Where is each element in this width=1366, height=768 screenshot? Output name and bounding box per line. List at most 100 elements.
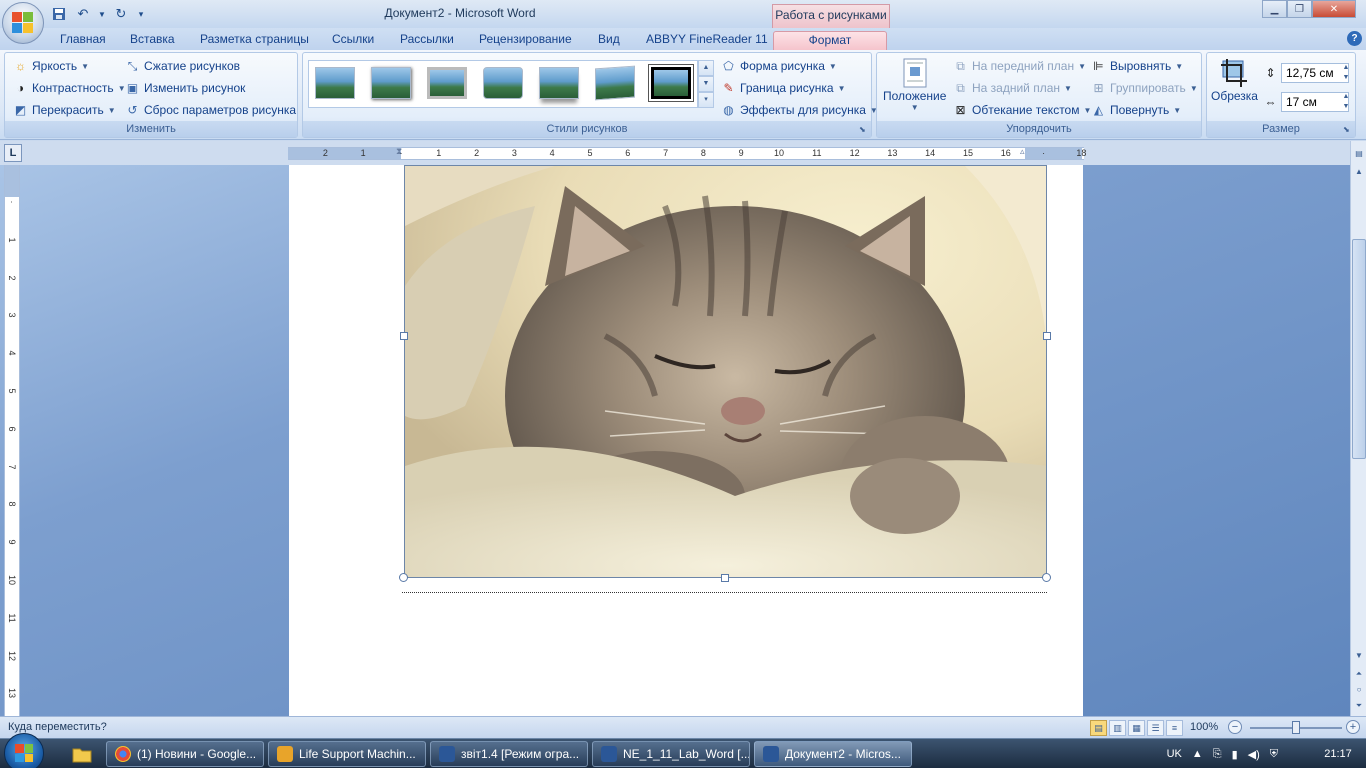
text-wrap-button[interactable]: ⊠ Обтекание текстом ▼ — [953, 100, 1091, 120]
taskbar-item-ne-lab[interactable]: NE_1_11_Lab_Word [... — [592, 741, 750, 767]
style-thumb-1[interactable] — [315, 67, 355, 99]
start-button[interactable] — [4, 733, 44, 768]
resize-handle-right[interactable] — [1043, 332, 1051, 340]
close-button[interactable]: ✕ — [1312, 0, 1356, 18]
align-button[interactable]: ⊫ Выровнять ▼ — [1091, 56, 1183, 76]
full-screen-reading-icon[interactable]: ▥ — [1109, 720, 1126, 736]
status-bar: Куда переместить? ▤ ▥ ▦ ☰ ≡ 100% − + — [0, 716, 1366, 738]
tab-format[interactable]: Формат — [773, 31, 887, 50]
volume-icon[interactable]: ◀) — [1248, 748, 1260, 761]
clock[interactable]: 21:17 — [1318, 748, 1358, 760]
tray-expand-icon[interactable]: ▲ — [1192, 748, 1203, 760]
height-input[interactable]: 12,75 см — [1281, 63, 1349, 83]
gallery-down-icon[interactable]: ▼ — [698, 76, 714, 92]
compress-pictures-button[interactable]: ⤡ Сжатие рисунков — [125, 56, 240, 76]
height-spinner-icon[interactable]: ▲ ▼ — [1341, 63, 1351, 83]
vertical-ruler[interactable]: · 1 2 3 4 5 6 7 8 9 10 11 12 13 — [4, 165, 20, 716]
zoom-level[interactable]: 100% — [1190, 721, 1218, 733]
tab-abbyy[interactable]: ABBYY FineReader 11 — [642, 31, 772, 50]
gallery-more-icon[interactable]: ▾ — [698, 92, 714, 108]
picture-shape-button[interactable]: ⬠ Форма рисунка ▼ — [721, 56, 837, 76]
group-size: Обрезка ⇕ 12,75 см ▲ ▼ ⇔ 17 см ▲ ▼ Размер … — [1206, 52, 1356, 138]
picture-border-label: Граница рисунка — [740, 81, 834, 95]
browse-object-icon[interactable]: ○ — [1352, 683, 1366, 697]
language-indicator[interactable]: UK — [1167, 748, 1182, 760]
tab-page-layout[interactable]: Разметка страницы — [196, 31, 313, 50]
minimize-button[interactable]: ▁ — [1262, 0, 1287, 18]
ruler-tick: 7 — [663, 148, 669, 158]
send-to-back-button[interactable]: ⧉ На задний план ▼ — [953, 78, 1072, 98]
right-indent-marker[interactable]: ▵ — [1020, 146, 1030, 160]
recolor-button[interactable]: ◩ Перекрасить ▼ — [13, 100, 116, 120]
vertical-scrollbar[interactable]: ▤ ▲ ▼ ⏶ ○ ⏷ — [1350, 141, 1366, 716]
previous-page-icon[interactable]: ⏶ — [1352, 667, 1366, 681]
explorer-icon[interactable] — [62, 742, 102, 766]
usb-icon[interactable]: ⎘ — [1213, 748, 1222, 761]
security-icon[interactable]: ⛨ — [1270, 748, 1278, 761]
brightness-label: Яркость — [32, 59, 78, 73]
reset-picture-button[interactable]: ↺ Сброс параметров рисунка — [125, 100, 296, 120]
style-thumb-2[interactable] — [371, 67, 411, 99]
text-wrap-label: Обтекание текстом — [972, 103, 1080, 117]
style-thumb-3[interactable] — [427, 67, 467, 99]
change-picture-button[interactable]: ▣ Изменить рисунок — [125, 78, 246, 98]
scroll-up-icon[interactable]: ▲ — [1352, 165, 1366, 179]
tab-view[interactable]: Вид — [594, 31, 624, 50]
kitten-picture[interactable] — [404, 165, 1047, 578]
network-icon[interactable]: ▮ — [1232, 748, 1238, 761]
next-page-icon[interactable]: ⏷ — [1352, 699, 1366, 713]
ruler-toggle-icon[interactable]: ▤ — [1352, 147, 1366, 161]
tab-review[interactable]: Рецензирование — [475, 31, 576, 50]
chevron-down-icon: ▼ — [1175, 61, 1184, 71]
web-layout-icon[interactable]: ▦ — [1128, 720, 1145, 736]
help-icon[interactable]: ? — [1347, 31, 1362, 46]
crop-button[interactable]: Обрезка — [1211, 57, 1258, 103]
resize-handle-bottom-right[interactable] — [1042, 573, 1051, 582]
horizontal-ruler[interactable]: ⧗ ▵ 2 1 · 1 2 3 4 5 6 7 8 9 10 11 12 13 14 15 16 · 18 — [288, 146, 1086, 160]
zoom-in-icon[interactable]: + — [1346, 720, 1360, 734]
office-button[interactable] — [2, 2, 44, 44]
outline-view-icon[interactable]: ☰ — [1147, 720, 1164, 736]
taskbar-item-life-support[interactable]: Life Support Machin... — [268, 741, 426, 767]
left-margin — [288, 148, 401, 159]
picture-effects-button[interactable]: ◍ Эффекты для рисунка ▼ — [721, 100, 878, 120]
dialog-launcher-icon[interactable]: ⬊ — [859, 125, 869, 135]
brightness-button[interactable]: ☼ Яркость ▼ — [13, 56, 89, 76]
taskbar-item-zvit[interactable]: звіт1.4 [Режим огра... — [430, 741, 588, 767]
resize-handle-bottom-left[interactable] — [399, 573, 408, 582]
style-thumb-6[interactable] — [595, 65, 635, 101]
zoom-out-icon[interactable]: − — [1228, 720, 1242, 734]
zoom-slider-knob[interactable] — [1292, 721, 1300, 734]
tab-home[interactable]: Главная — [56, 31, 110, 50]
width-input[interactable]: 17 см — [1281, 92, 1349, 112]
dialog-launcher-icon[interactable]: ⬊ — [1343, 125, 1353, 135]
tab-insert[interactable]: Вставка — [126, 31, 179, 50]
maximize-button[interactable]: ❐ — [1287, 0, 1312, 18]
style-thumb-7-selected[interactable] — [651, 67, 691, 99]
position-button[interactable]: Положение ▼ — [883, 57, 946, 112]
scroll-down-icon[interactable]: ▼ — [1352, 649, 1366, 663]
resize-handle-bottom[interactable] — [721, 574, 729, 582]
style-thumb-5[interactable] — [539, 67, 579, 99]
reset-picture-icon: ↺ — [127, 103, 138, 117]
gallery-up-icon[interactable]: ▲ — [698, 60, 714, 76]
picture-border-button[interactable]: ✎ Граница рисунка ▼ — [721, 78, 845, 98]
tab-selector[interactable]: L — [4, 144, 22, 162]
resize-handle-left[interactable] — [400, 332, 408, 340]
tab-references[interactable]: Ссылки — [328, 31, 378, 50]
print-layout-view-icon[interactable]: ▤ — [1090, 720, 1107, 736]
rotate-button[interactable]: ◭ Повернуть ▼ — [1091, 100, 1181, 120]
contrast-button[interactable]: ◑ Контрастность ▼ — [13, 78, 126, 98]
taskbar-item-document2[interactable]: Документ2 - Micros... — [754, 741, 912, 767]
style-thumb-4[interactable] — [483, 67, 523, 99]
group-label: Группировать — [1110, 81, 1186, 95]
taskbar-item-chrome[interactable]: (1) Новини - Google... — [106, 741, 264, 767]
width-spinner-icon[interactable]: ▲ ▼ — [1341, 92, 1351, 112]
tab-mailings[interactable]: Рассылки — [396, 31, 458, 50]
group-button[interactable]: ⊞ Группировать ▼ — [1091, 78, 1197, 98]
document-page[interactable] — [289, 165, 1083, 716]
bring-to-front-button[interactable]: ⧉ На передний план ▼ — [953, 56, 1086, 76]
scrollbar-thumb[interactable] — [1352, 239, 1366, 459]
picture-shape-label: Форма рисунка — [740, 59, 825, 73]
draft-view-icon[interactable]: ≡ — [1166, 720, 1183, 736]
